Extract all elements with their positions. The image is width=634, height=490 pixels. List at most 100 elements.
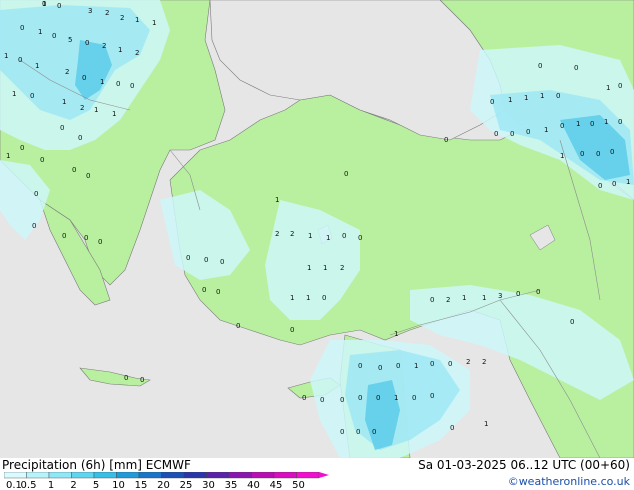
station-value: 2 <box>340 264 344 272</box>
station-value: 1 <box>275 196 279 204</box>
station-value: 0 <box>450 424 454 432</box>
station-value: 1 <box>4 52 8 60</box>
station-value: 0 <box>186 254 190 262</box>
station-value: 1 <box>394 394 398 402</box>
station-value: 0 <box>378 364 382 372</box>
credit-link[interactable]: ©weatheronline.co.uk <box>508 475 630 488</box>
scale-swatch <box>26 472 50 479</box>
station-value: 0 <box>430 296 434 304</box>
station-value: 1 <box>544 126 548 134</box>
scale-swatch <box>161 472 185 479</box>
station-value: 1 <box>524 94 528 102</box>
station-value: 0 <box>580 150 584 158</box>
station-value: 2 <box>120 14 124 22</box>
station-value: 0 <box>344 170 348 178</box>
scale-swatch <box>4 472 27 479</box>
station-value: 0 <box>358 234 362 242</box>
station-value: 0 <box>204 256 208 264</box>
station-value: 0 <box>84 234 88 242</box>
validity-time: Sa 01-03-2025 06..12 UTC (00+60) <box>418 458 630 472</box>
station-value: 0 <box>574 64 578 72</box>
scale-swatch <box>93 472 117 479</box>
scale-tick-label: 40 <box>247 480 260 490</box>
station-value: 1 <box>307 264 311 272</box>
station-value: 1 <box>6 152 10 160</box>
scale-swatch <box>116 472 140 479</box>
scale-tick-label: 45 <box>270 480 283 490</box>
station-value: 0 <box>618 118 622 126</box>
color-scale-labels: 0.10.5 1 2 5 10 15 20 25 30 35 40 45 50 <box>6 480 305 490</box>
scale-tick-label: 15 <box>135 480 148 490</box>
map-canvas: 1 03 22 1 10 1 0 5 0 2 1 21 0120 1 0 01 012 1 10001 000000 0… <box>0 0 634 458</box>
station-value: 2 <box>80 104 84 112</box>
station-value: 0 <box>236 322 240 330</box>
scale-tick-label: 2 <box>70 480 76 490</box>
station-value: 1 <box>62 98 66 106</box>
station-value: 0 <box>430 392 434 400</box>
station-value: 0 <box>20 24 24 32</box>
station-value: 1 <box>35 62 39 70</box>
station-value: 0 <box>536 288 540 296</box>
station-value: 0 <box>78 134 82 142</box>
station-value: 0 <box>538 62 542 70</box>
scale-tick-label: 1 <box>48 480 54 490</box>
station-value: 2 <box>446 296 450 304</box>
station-value: 0 <box>32 222 36 230</box>
precipitation-map[interactable]: 1032211010502121012010010121100010000000… <box>0 0 634 458</box>
station-value: 2 <box>65 68 69 76</box>
station-value: 0 <box>72 166 76 174</box>
station-value: 0 <box>322 294 326 302</box>
station-value: 1 <box>626 178 630 186</box>
station-value: 1 <box>508 96 512 104</box>
scale-swatch <box>206 472 230 479</box>
station-value: 0 <box>430 360 434 368</box>
station-value: 0 <box>372 428 376 436</box>
station-value: 0 <box>30 92 34 100</box>
scale-swatch <box>296 472 320 479</box>
scale-tick-label: 0.5 <box>21 480 37 490</box>
station-value: 0 <box>356 428 360 436</box>
station-value: 1 <box>152 19 156 27</box>
station-value: 2 <box>466 358 470 366</box>
scale-swatch <box>71 472 95 479</box>
scale-tick-label: 50 <box>292 480 305 490</box>
scale-arrow <box>319 472 329 478</box>
station-value: 0 <box>494 130 498 138</box>
scale-swatch <box>251 472 275 479</box>
station-value: 0 <box>60 124 64 132</box>
station-value: 0 <box>124 374 128 382</box>
station-value: 0 <box>98 238 102 246</box>
station-value: 1 <box>135 16 139 24</box>
station-value: 0 <box>598 182 602 190</box>
station-value: 0 <box>510 130 514 138</box>
scale-tick-label: 30 <box>202 480 215 490</box>
station-value: 3 <box>88 7 92 15</box>
scale-swatch <box>138 472 162 479</box>
station-value: 0 <box>526 128 530 136</box>
color-scale-boxes <box>4 472 329 479</box>
station-value: 1 <box>462 294 466 302</box>
station-value: 2 <box>102 42 106 50</box>
station-value: 2 <box>482 358 486 366</box>
station-value: 0 <box>610 148 614 156</box>
scale-tick-label: 10 <box>112 480 125 490</box>
station-value: 0 <box>560 122 564 130</box>
station-value: 0 <box>612 180 616 188</box>
station-value: 1 <box>94 106 98 114</box>
station-value: 1 <box>414 362 418 370</box>
scale-tick-label: 0.1 <box>6 480 22 490</box>
station-value: 1 <box>308 232 312 240</box>
map-title: Precipitation (6h) [mm] ECMWF <box>2 458 191 472</box>
station-value: 1 <box>323 264 327 272</box>
station-value: 1 <box>606 84 610 92</box>
station-value: 0 <box>202 286 206 294</box>
station-value: 0 <box>20 144 24 152</box>
station-value: 2 <box>275 230 279 238</box>
station-value: 1 <box>38 28 42 36</box>
station-value: 0 <box>302 394 306 402</box>
scale-swatch <box>273 472 297 479</box>
station-value: 0 <box>490 98 494 106</box>
scale-swatch <box>183 472 207 479</box>
station-value: 0 <box>216 288 220 296</box>
station-value: 0 <box>62 232 66 240</box>
